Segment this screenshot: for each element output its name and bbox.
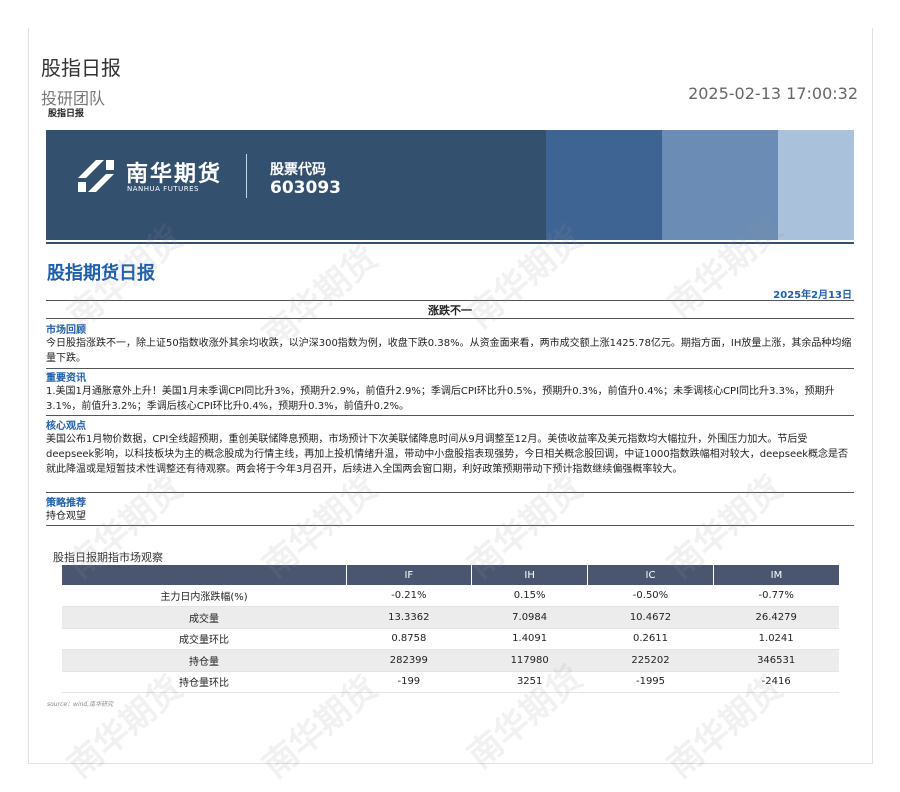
logo-divider bbox=[246, 154, 247, 198]
report-title: 股指期货日报 bbox=[47, 263, 155, 284]
table-source-note: source：wind,南华研究 bbox=[47, 701, 114, 708]
market-observation-table: IF IH IC IM 主力日内涨跌幅(%) -0.21% 0.15% -0.5… bbox=[62, 565, 839, 693]
table-title: 股指日报期指市场观察 bbox=[53, 551, 163, 564]
table-cell: 26.4279 bbox=[713, 606, 839, 629]
report-date: 2025年2月13日 bbox=[773, 290, 852, 301]
banner-band bbox=[778, 130, 854, 240]
table-cell: 346531 bbox=[713, 649, 839, 672]
table-cell: 10.4672 bbox=[587, 606, 714, 629]
banner-underline bbox=[46, 242, 854, 244]
table-cell: -0.21% bbox=[346, 585, 472, 607]
row-label: 成交量环比 bbox=[62, 628, 346, 650]
section-label-strategy: 策略推荐 bbox=[46, 498, 86, 509]
section-label-core-view: 核心观点 bbox=[46, 421, 86, 432]
table-cell: -199 bbox=[346, 671, 472, 693]
table-cell: 282399 bbox=[346, 649, 472, 672]
table-cell: 1.4091 bbox=[471, 628, 588, 650]
table-cell: 225202 bbox=[587, 649, 714, 672]
table-cell: 3251 bbox=[471, 671, 588, 693]
table-cell: 0.2611 bbox=[587, 628, 714, 650]
banner-band bbox=[546, 130, 662, 240]
table-row: 主力日内涨跌幅(%) -0.21% 0.15% -0.50% -0.77% bbox=[62, 585, 839, 607]
table-cell: -1995 bbox=[587, 671, 714, 693]
section-label-news: 重要资讯 bbox=[46, 373, 86, 384]
report-headline: 涨跌不一 bbox=[428, 304, 472, 317]
row-label: 持仓量环比 bbox=[62, 671, 346, 693]
table-cell: 7.0984 bbox=[471, 606, 588, 629]
table-cell: 0.15% bbox=[471, 585, 588, 607]
table-row: 持仓量 282399 117980 225202 346531 bbox=[62, 649, 839, 672]
divider bbox=[46, 318, 854, 319]
row-label: 持仓量 bbox=[62, 649, 346, 672]
divider bbox=[46, 300, 854, 301]
table-header-row: IF IH IC IM bbox=[62, 565, 839, 585]
section-label-market-review: 市场回顾 bbox=[46, 325, 86, 336]
table-cell: 1.0241 bbox=[713, 628, 839, 650]
row-label: 主力日内涨跌幅(%) bbox=[62, 585, 346, 607]
doc-datetime: 2025-02-13 17:00:32 bbox=[688, 84, 858, 103]
table-cell: 0.8758 bbox=[346, 628, 472, 650]
table-row: 成交量环比 0.8758 1.4091 0.2611 1.0241 bbox=[62, 628, 839, 650]
stock-code-label: 股票代码 bbox=[270, 162, 326, 178]
table-cell: 13.3362 bbox=[346, 606, 472, 629]
section-body-core-view: 美国公布1月物价数据，CPI全线超预期，重创美联储降息预期，市场预计下次美联储降… bbox=[46, 434, 849, 475]
column-header bbox=[62, 565, 347, 585]
column-header: IC bbox=[587, 565, 714, 585]
column-header: IM bbox=[713, 565, 839, 585]
row-label: 成交量 bbox=[62, 606, 346, 629]
section-body-news: 1.美国1月通胀意外上升！美国1月未季调CPI同比升3%，预期升2.9%，前值升… bbox=[46, 386, 835, 412]
divider bbox=[46, 525, 854, 526]
section-body-strategy: 持仓观望 bbox=[46, 511, 86, 522]
stock-code: 603093 bbox=[270, 178, 341, 198]
table-row: 持仓量环比 -199 3251 -1995 -2416 bbox=[62, 671, 839, 693]
banner-band bbox=[662, 130, 778, 240]
table-cell: 117980 bbox=[471, 649, 588, 672]
table-row: 成交量 13.3362 7.0984 10.4672 26.4279 bbox=[62, 606, 839, 629]
table-cell: -0.50% bbox=[587, 585, 714, 607]
divider bbox=[46, 368, 854, 369]
column-header: IH bbox=[471, 565, 589, 585]
column-header: IF bbox=[346, 565, 473, 585]
table-cell: -2416 bbox=[713, 671, 839, 693]
section-body-market-review: 今日股指涨跌不一，除上证50指数收涨外其余均收跌，以沪深300指数为例，收盘下跌… bbox=[46, 338, 852, 364]
divider bbox=[46, 415, 854, 416]
table-cell: -0.77% bbox=[713, 585, 839, 607]
divider bbox=[46, 492, 854, 493]
nanhua-logo-icon bbox=[78, 160, 114, 192]
company-name-en: NANHUA FUTURES bbox=[127, 185, 199, 193]
doc-tag: 股指日报 bbox=[48, 109, 85, 119]
doc-title: 股指日报 bbox=[41, 56, 121, 80]
company-name-cn: 南华期货 bbox=[126, 162, 223, 187]
company-banner: 南华期货 NANHUA FUTURES 股票代码 603093 bbox=[46, 130, 854, 240]
